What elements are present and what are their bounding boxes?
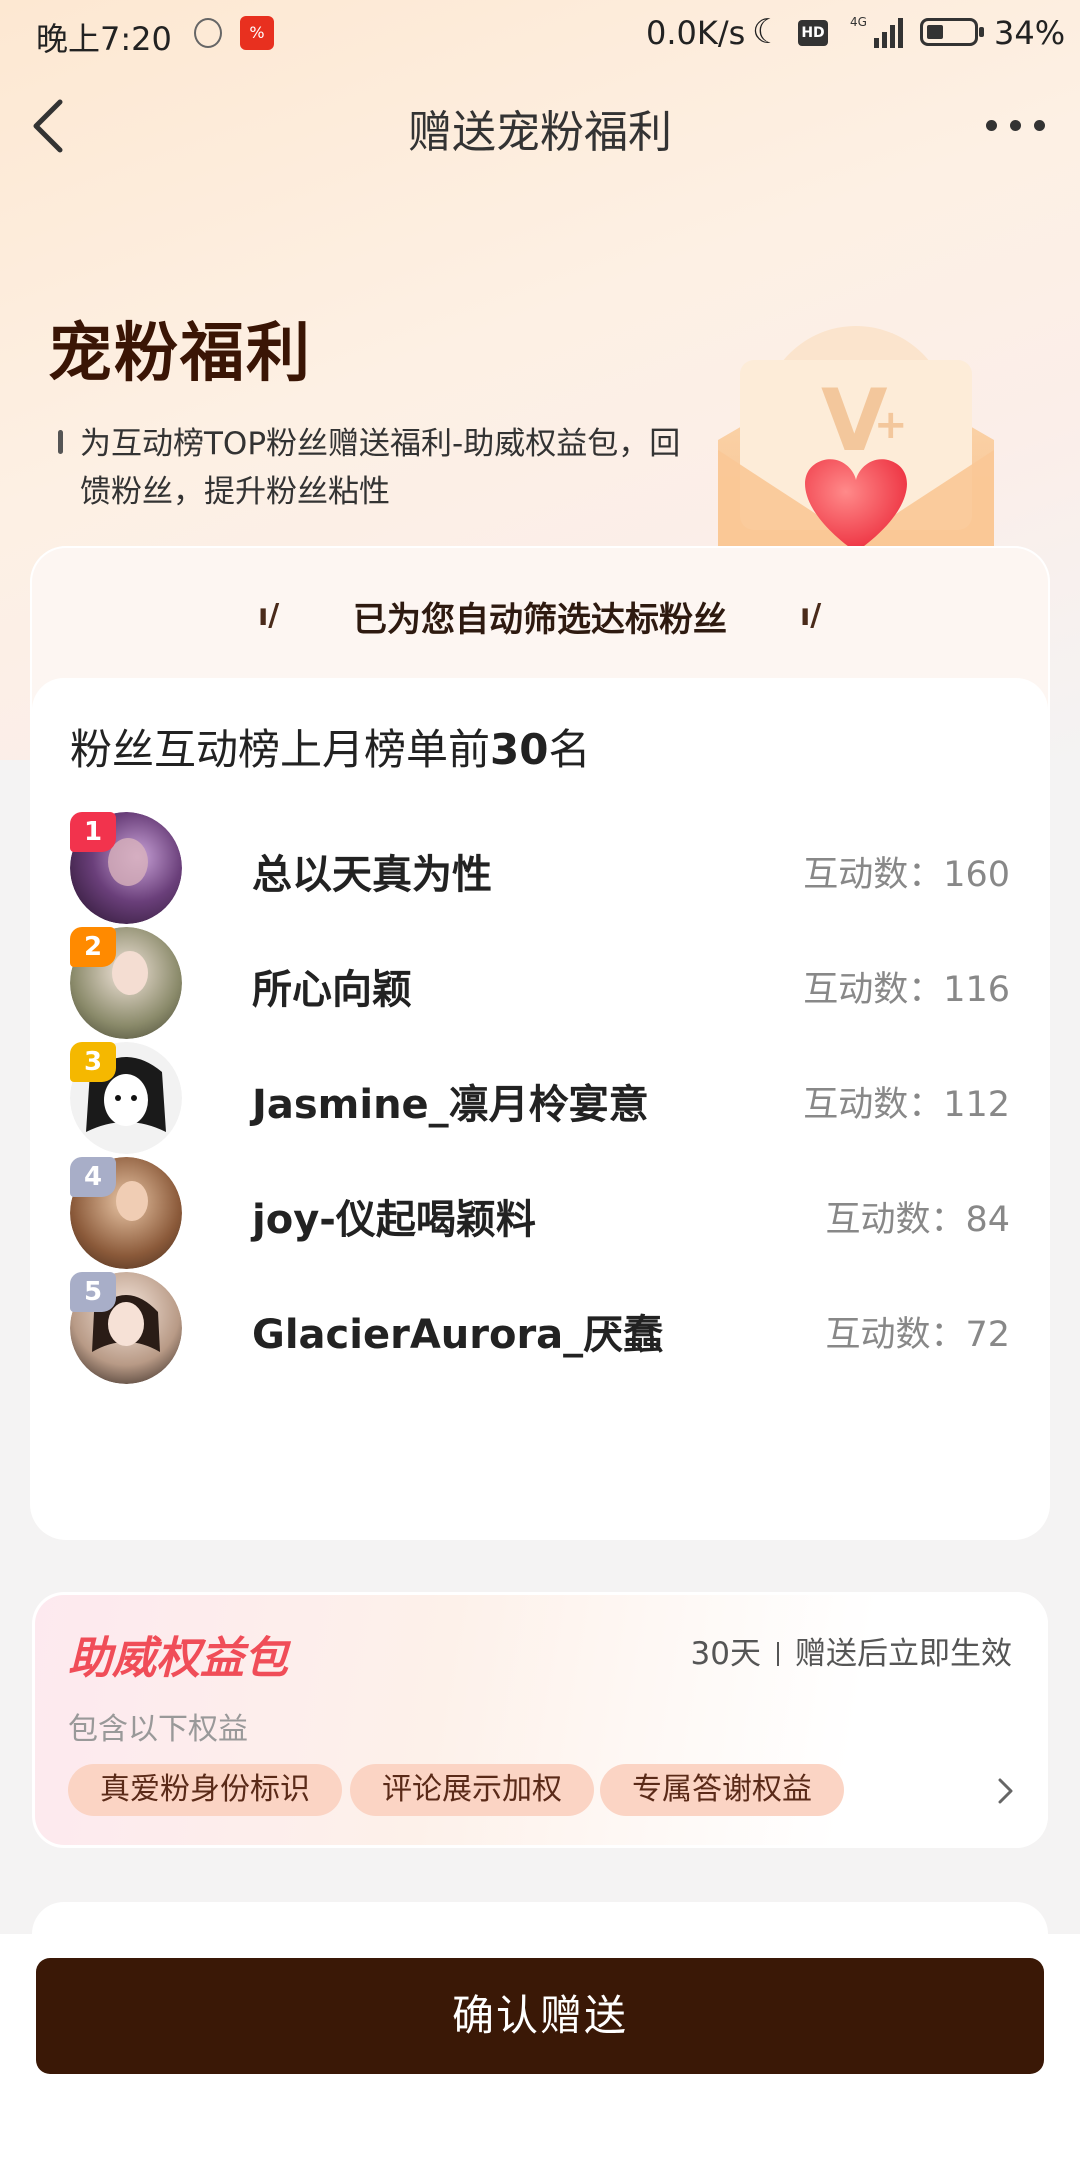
- hero-description: 为互动榜TOP粉丝赠送福利-助威权益包，回馈粉丝，提升粉丝粘性: [58, 420, 698, 516]
- moon-icon: ☾: [752, 12, 783, 52]
- quote-right-icon: ı/: [800, 598, 822, 633]
- meta-divider: [777, 1642, 779, 1666]
- ranking-title-prefix: 粉丝互动榜上月榜单前: [70, 725, 491, 774]
- rank-badge: 5: [70, 1272, 116, 1312]
- fan-row[interactable]: 1 总以天真为性 互动数：160: [70, 812, 1050, 924]
- rank-badge: 4: [70, 1157, 116, 1197]
- rank-badge: 1: [70, 812, 116, 852]
- benefit-meta: 30天 赠送后立即生效: [691, 1628, 1012, 1673]
- fan-row[interactable]: 4 joy-仪起喝颖料 互动数：84: [70, 1157, 1050, 1269]
- fan-name: Jasmine_凛月柃宴意: [252, 1082, 649, 1128]
- fan-name: joy-仪起喝颖料: [252, 1197, 536, 1243]
- ranking-title-suffix: 名: [548, 725, 591, 774]
- signal-label: 4G: [850, 15, 867, 29]
- fan-interaction-count: 互动数：84: [825, 1200, 1010, 1240]
- page-title: 赠送宠粉福利: [408, 107, 672, 158]
- status-bar: 晚上7:20 % 0.0K/s ☾ HD 4G 34%: [0, 0, 1080, 66]
- fan-interaction-count: 互动数：72: [825, 1315, 1010, 1355]
- status-time: 晚上7:20: [36, 20, 172, 58]
- fan-interaction-count: 互动数：112: [803, 1085, 1010, 1125]
- benefit-tag[interactable]: 真爱粉身份标识: [68, 1764, 342, 1816]
- rank-badge: 2: [70, 927, 116, 967]
- rank-badge: 3: [70, 1042, 116, 1082]
- bottom-bar: 确认赠送: [0, 1934, 1080, 2160]
- confirm-gift-button[interactable]: 确认赠送: [36, 1958, 1044, 2074]
- nav-bar: 赠送宠粉福利: [0, 86, 1080, 166]
- benefit-subtitle: 包含以下权益: [68, 1712, 248, 1747]
- app-notification-icon: %: [240, 16, 274, 50]
- ranking-title: 粉丝互动榜上月榜单前30名: [70, 716, 590, 777]
- fan-interaction-count: 互动数：160: [803, 855, 1010, 895]
- benefit-effect: 赠送后立即生效: [795, 1636, 1012, 1672]
- description-bar-icon: [58, 430, 63, 454]
- benefit-tag[interactable]: 评论展示加权: [350, 1764, 594, 1816]
- ranking-title-number: 30: [490, 725, 549, 774]
- signal-icon: 4G: [850, 15, 903, 48]
- battery-icon: [920, 18, 984, 46]
- benefit-title: 助威权益包: [68, 1633, 288, 1684]
- fan-row[interactable]: 3 Jasmine_凛月柃宴意 互动数：112: [70, 1042, 1050, 1154]
- benefit-tag[interactable]: 专属答谢权益: [600, 1764, 844, 1816]
- benefit-package-card[interactable]: 助威权益包 30天 赠送后立即生效 包含以下权益 真爱粉身份标识 评论展示加权 专…: [32, 1592, 1048, 1848]
- battery-percent: 34%: [994, 14, 1066, 52]
- fan-name: 所心向颖: [252, 967, 412, 1013]
- fan-ranking-panel: 粉丝互动榜上月榜单前30名 1 总以天真为性 互动数：160 2 所心向颖 互动…: [32, 678, 1048, 1538]
- svg-text:+: +: [874, 402, 908, 448]
- fan-name: GlacierAurora_厌蠢: [252, 1312, 664, 1358]
- filter-heading: 已为您自动筛选达标粉丝: [353, 600, 727, 640]
- more-options-icon[interactable]: [980, 104, 1050, 144]
- benefit-duration: 30天: [690, 1636, 761, 1672]
- hero-description-text: 为互动榜TOP粉丝赠送福利-助威权益包，回馈粉丝，提升粉丝粘性: [80, 426, 681, 510]
- alarm-icon: [194, 18, 222, 48]
- fan-filter-card: ı/ 已为您自动筛选达标粉丝 ı/ 粉丝互动榜上月榜单前30名 1 总以天真为性…: [30, 546, 1050, 1540]
- hero-title: 宠粉福利: [48, 317, 312, 391]
- network-speed: 0.0K/s: [646, 14, 746, 52]
- fan-row[interactable]: 5 GlacierAurora_厌蠢 互动数：72: [70, 1272, 1050, 1384]
- fan-row[interactable]: 2 所心向颖 互动数：116: [70, 927, 1050, 1039]
- hd-badge: HD: [798, 20, 828, 46]
- fan-interaction-count: 互动数：116: [803, 970, 1010, 1010]
- chevron-right-icon[interactable]: [990, 1776, 1020, 1806]
- fan-name: 总以天真为性: [252, 852, 492, 898]
